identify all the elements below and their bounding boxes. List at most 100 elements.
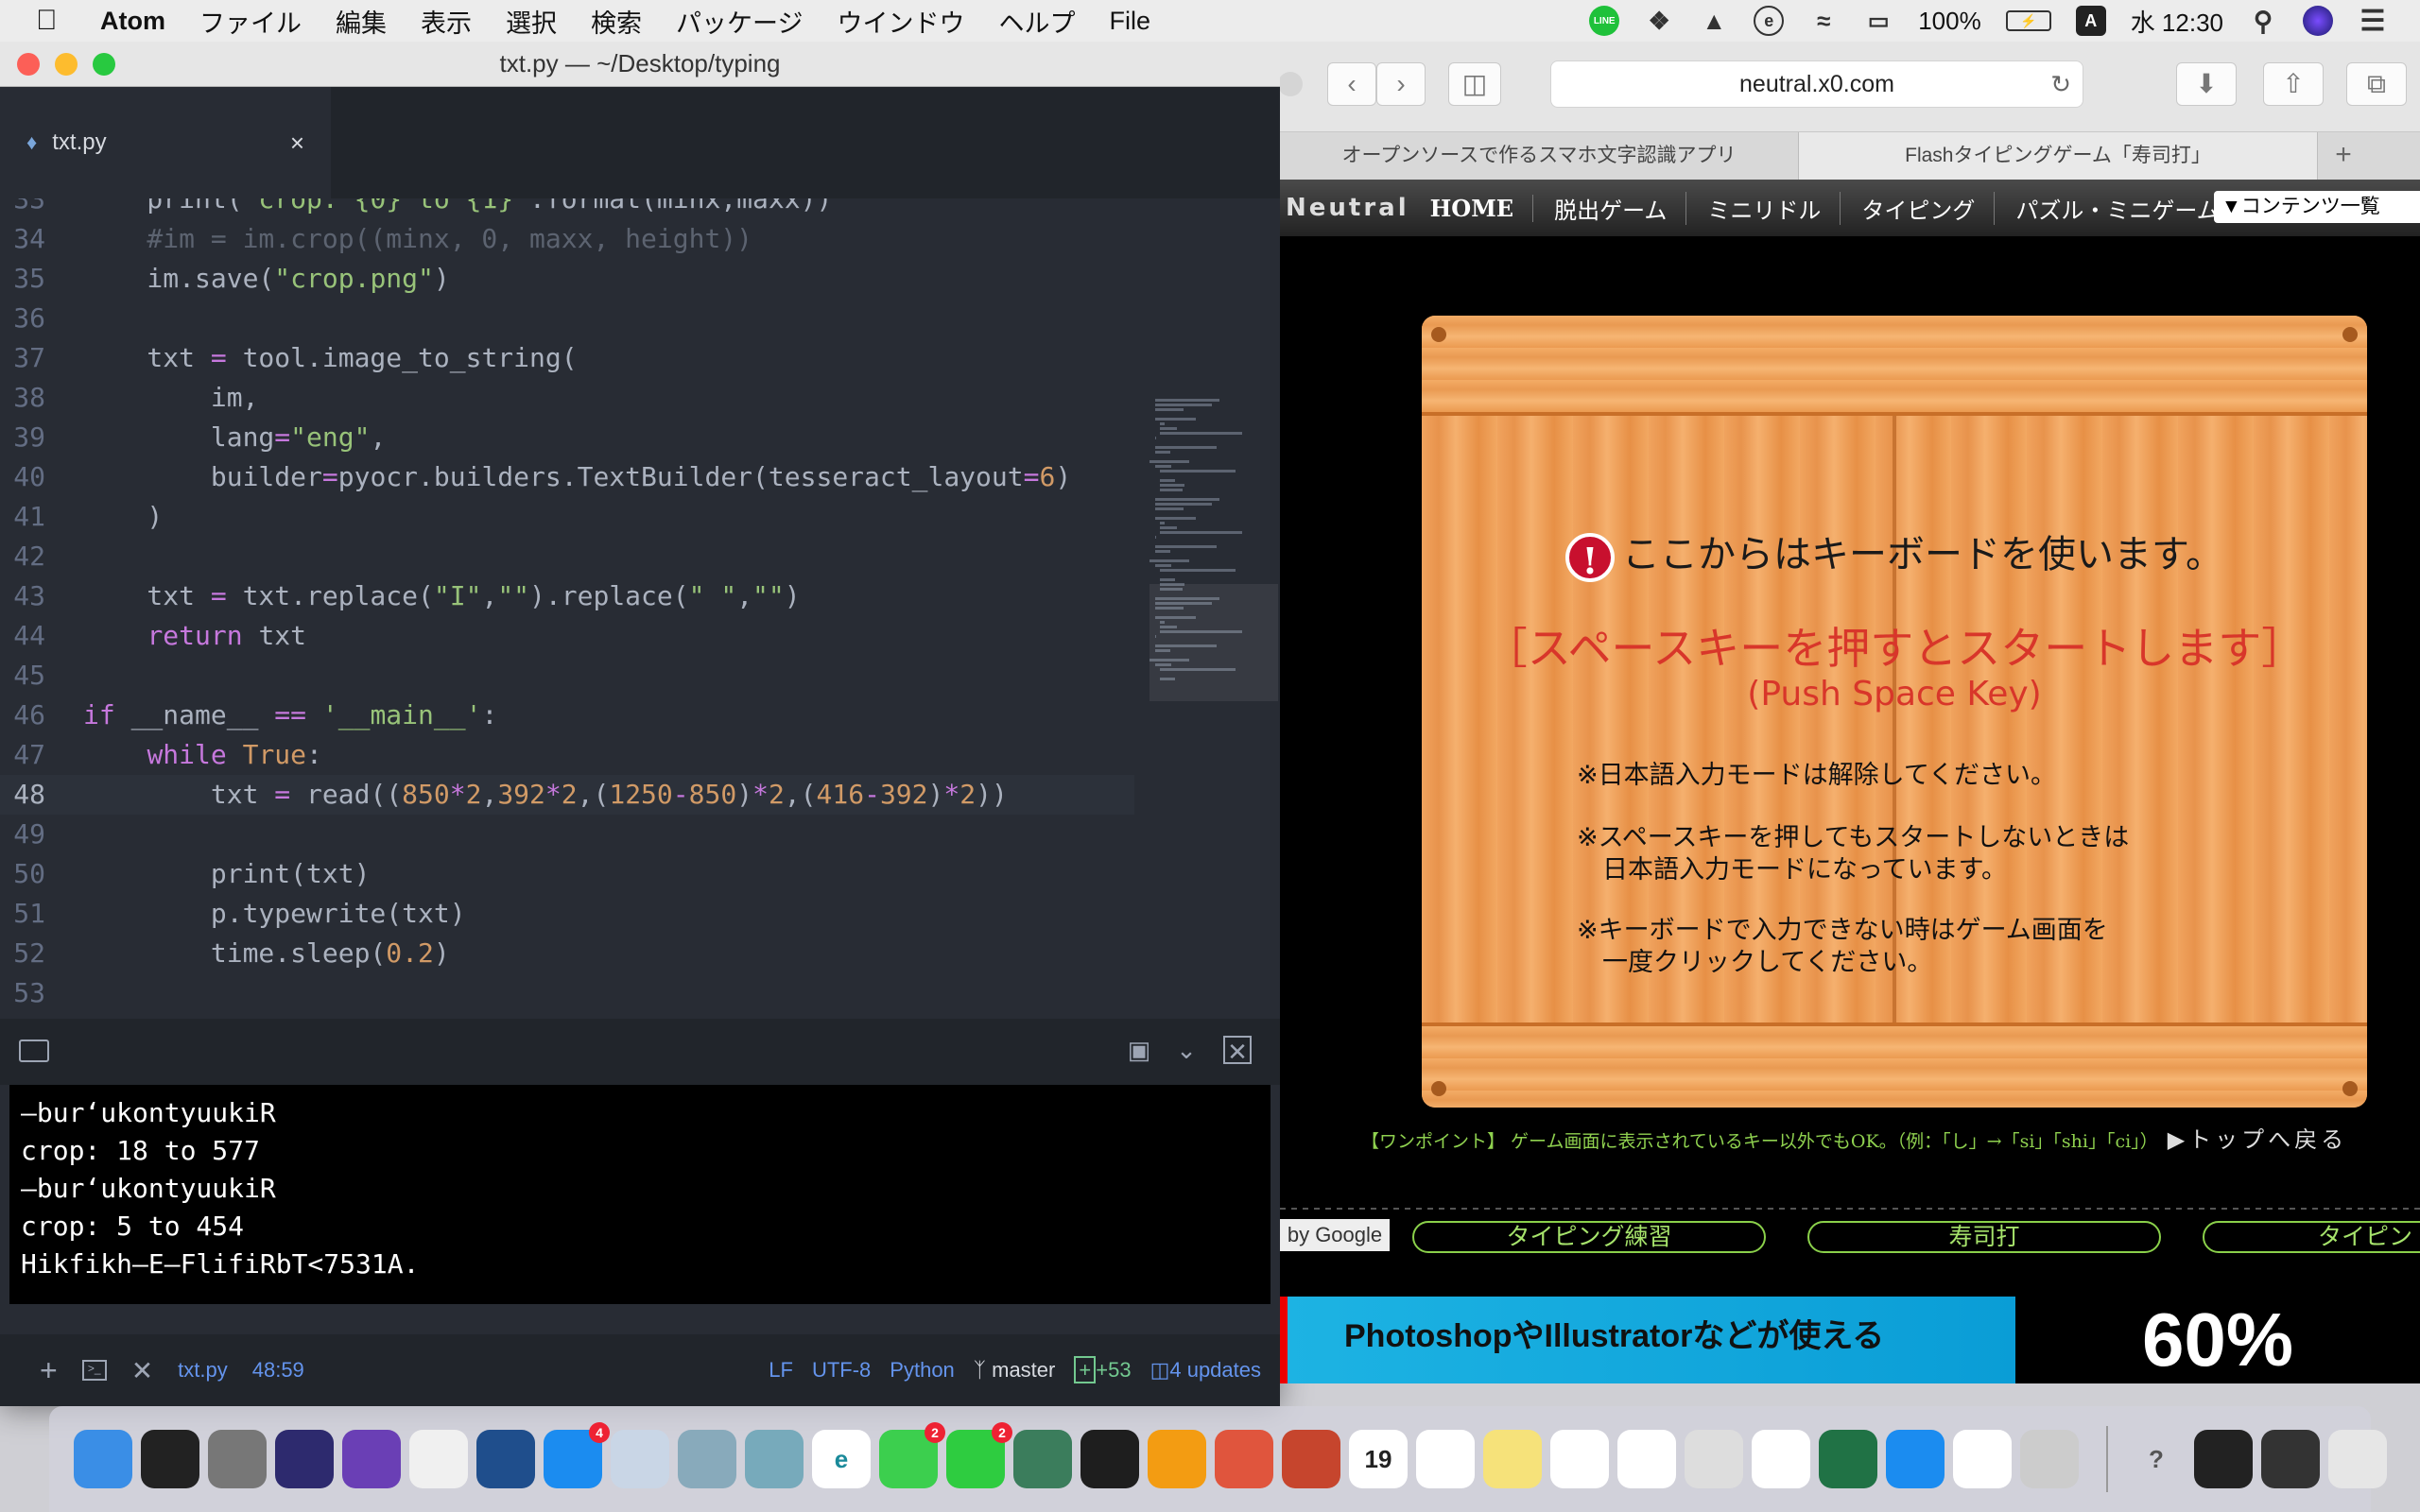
menu-selection[interactable]: 選択 [506,3,557,40]
nav-puzzle[interactable]: パズル・ミニゲーム [2015,192,2238,225]
code-text[interactable]: #im = im.crop((minx, 0, maxx, height)) [83,223,752,254]
code-line[interactable]: 53 [0,973,1134,1013]
textedit-icon[interactable] [1550,1430,1609,1488]
code-line[interactable]: 51 p.typewrite(txt) [0,894,1134,934]
address-bar[interactable]: neutral.x0.com ↻ [1550,60,2083,108]
spotlight-search-icon[interactable]: ⚲ [2248,6,2278,36]
sidebar-icon[interactable]: ◫ [1448,62,1501,106]
excel-icon[interactable] [1819,1430,1877,1488]
line-number[interactable]: 35 [0,259,45,299]
preview-icon[interactable] [611,1430,669,1488]
code-line[interactable]: 40 builder=pyocr.builders.TextBuilder(te… [0,457,1134,497]
line-number[interactable]: 40 [0,457,45,497]
code-editor[interactable]: 33 print("crop: {0} to {1}".format(minx,… [0,198,1280,1019]
help-icon[interactable]: ? [2127,1430,2186,1488]
menu-file[interactable]: ファイル [199,3,302,40]
line-number[interactable]: 37 [0,338,45,378]
line-number[interactable]: 52 [0,934,45,973]
photos-viewer-icon[interactable] [678,1430,736,1488]
code-line[interactable]: 50 print(txt) [0,854,1134,894]
line-number[interactable]: 53 [0,973,45,1013]
line-number[interactable]: 49 [0,815,45,854]
input-source-icon[interactable]: A [2075,6,2106,36]
code-text[interactable]: if __name__ == '__main__': [83,699,497,730]
package-updates[interactable]: ◫4 updates [1150,1358,1261,1383]
link-typing-practice[interactable]: タイピング練習 [1412,1221,1766,1253]
battery-percent[interactable]: 100% [1918,7,1981,36]
code-line[interactable]: 34 #im = im.crop((minx, 0, maxx, height)… [0,219,1134,259]
line-number[interactable]: 47 [0,735,45,775]
line-number[interactable]: 45 [0,656,45,696]
code-text[interactable]: builder=pyocr.builders.TextBuilder(tesse… [83,461,1071,492]
pycharm-icon[interactable] [1080,1430,1139,1488]
safari-tab-ocr[interactable]: オープンソースで作るスマホ文字認識アプリ [1280,132,1799,180]
evernote-e-icon[interactable]: e [1754,6,1785,36]
reload-icon[interactable]: ↻ [2050,61,2071,107]
preview2-icon[interactable] [1685,1430,1743,1488]
nav-home[interactable]: HOME [1430,194,1534,222]
line-number[interactable]: 41 [0,497,45,537]
code-text[interactable]: print(txt) [83,858,371,889]
pycharm-window-icon[interactable] [2194,1430,2253,1488]
line-number[interactable]: 39 [0,418,45,457]
code-line[interactable]: 41 ) [0,497,1134,537]
code-line[interactable]: 46 if __name__ == '__main__': [0,696,1134,735]
code-text[interactable]: return txt [83,620,306,651]
keyboard-icon[interactable] [19,1040,49,1062]
line-number[interactable]: 51 [0,894,45,934]
code-text[interactable]: ) [83,501,163,532]
menu-view[interactable]: 表示 [421,3,472,40]
menu-window[interactable]: ウインドウ [837,3,964,40]
powerpoint-icon[interactable] [1282,1430,1340,1488]
terminal-icon[interactable] [141,1430,199,1488]
terminal-output[interactable]: –bur‘ukontyuukiR crop: 18 to 577 –bur‘ukon… [9,1085,1270,1304]
eclipse-icon[interactable] [275,1430,334,1488]
code-line[interactable]: 36 [0,299,1134,338]
line-number[interactable]: 46 [0,696,45,735]
line-number[interactable]: 44 [0,616,45,656]
rocket-icon[interactable] [2020,1430,2079,1488]
tabs-overview-icon[interactable]: ⧉ [2346,62,2407,106]
calendar-icon[interactable]: 19 [1349,1430,1408,1488]
git-branch[interactable]: ᛉ master [974,1358,1056,1383]
code-line[interactable]: 45 [0,656,1134,696]
code-line[interactable]: 38 im, [0,378,1134,418]
status-grammar[interactable]: Python [890,1358,955,1383]
notification-center-icon[interactable]: ☰ [2358,6,2388,37]
share-icon[interactable]: ⇧ [2263,62,2324,106]
close-terminal-icon[interactable]: ✕ [1223,1036,1252,1066]
line-number[interactable]: 43 [0,576,45,616]
close-icon[interactable]: ✕ [131,1355,153,1386]
ad-banner[interactable]: PhotoshopやIllustratorなどが使える [1280,1297,2015,1383]
window-control-dot[interactable] [1280,72,1303,96]
sourcetree-icon[interactable] [476,1430,535,1488]
code-text[interactable]: time.sleep(0.2) [83,937,450,969]
edge-e-icon[interactable]: e [812,1430,871,1488]
code-line[interactable]: 35 im.save("crop.png") [0,259,1134,299]
tasks-icon[interactable] [1215,1430,1273,1488]
ibooks-icon[interactable] [1148,1430,1206,1488]
line-icon[interactable]: 2 [946,1422,1012,1488]
code-text[interactable]: txt = read((850*2,392*2,(1250-850)*2,(41… [83,779,1008,810]
line-tray-icon[interactable]: LINE [1589,6,1620,36]
minimap-viewport[interactable] [1150,584,1278,701]
code-line[interactable]: 33 print("crop: {0} to {1}".format(minx,… [0,198,1134,219]
system-preferences-icon[interactable] [208,1430,267,1488]
tab-txt-py[interactable]: ♦ txt.py × [0,87,331,198]
app-store-icon[interactable]: 4 [544,1422,610,1488]
facetime-icon[interactable]: 2 [879,1422,945,1488]
back-button[interactable]: ‹ [1327,62,1376,106]
line-number[interactable]: 48 [0,775,45,815]
back-to-top-link[interactable]: ▶トップへ戻る [2168,1126,2347,1153]
nav-mini-riddle[interactable]: ミニリドル [1707,191,1841,225]
safari-tab-sushida[interactable]: Flashタイピングゲーム「寿司打」 [1799,132,2318,180]
notes-icon[interactable] [1483,1430,1542,1488]
ad-percent[interactable]: 60% [2015,1297,2420,1383]
chrome-icon[interactable] [1416,1430,1475,1488]
itunes-icon[interactable] [409,1430,468,1488]
line-number[interactable]: 36 [0,299,45,338]
wifi-icon[interactable]: ≈ [1808,6,1839,36]
code-line[interactable]: 44 return txt [0,616,1134,656]
code-text[interactable]: print("crop: {0} to {1}".format(minx,max… [83,198,832,215]
code-text[interactable]: lang="eng", [83,421,386,453]
